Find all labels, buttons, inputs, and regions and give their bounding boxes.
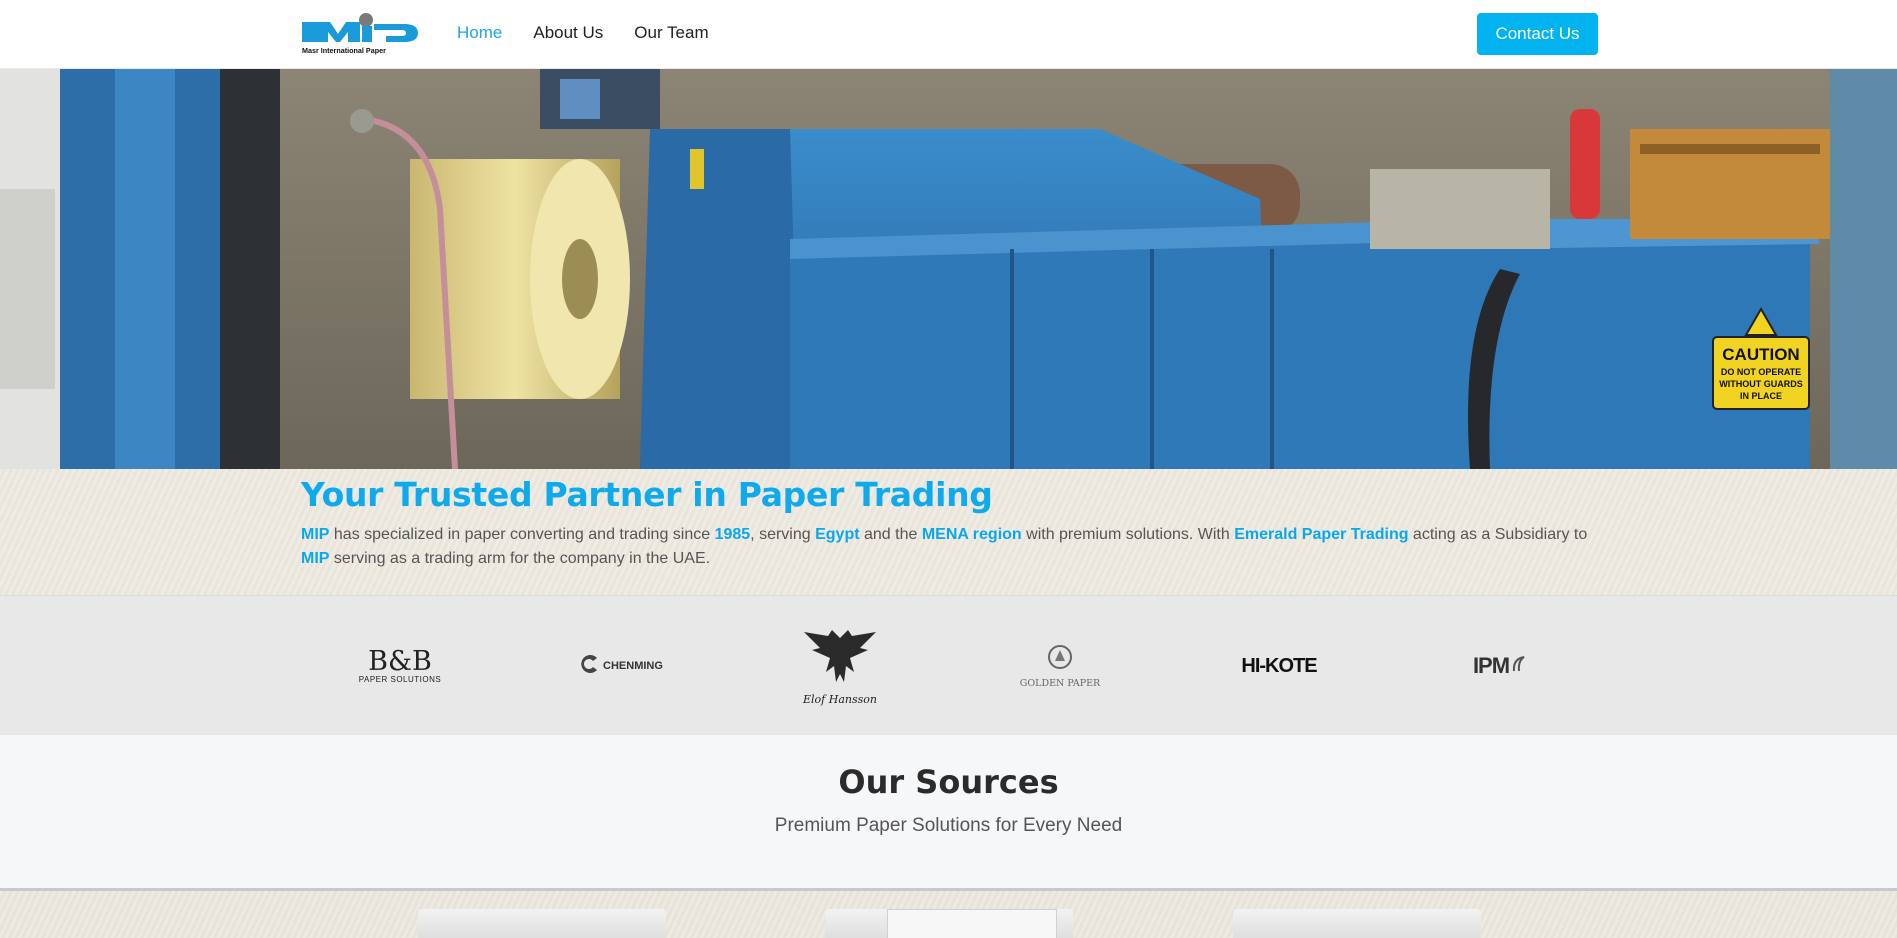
sources-subtitle: Premium Paper Solutions for Every Need	[774, 815, 1123, 836]
sources-title: Our Sources	[838, 763, 1059, 801]
ipm-swirl-icon	[1511, 655, 1527, 678]
partner-logos: B&B PAPER SOLUTIONS CHENMING Elof Hansso…	[0, 595, 1897, 735]
partner-logo-hi-kote: HI-KOTE	[1209, 616, 1349, 716]
intro-section: Your Trusted Partner in Paper Trading MI…	[0, 469, 1897, 595]
product-card[interactable]	[825, 909, 1073, 938]
caution-line-3: IN PLACE	[1740, 391, 1782, 401]
highlight-mip: MIP	[301, 526, 330, 543]
ipm-wordmark: IPM	[1472, 653, 1510, 678]
intro-paragraph: MIP has specialized in paper converting …	[301, 523, 1601, 571]
product-card[interactable]	[1233, 909, 1481, 938]
logo-subtext: Masr International Paper	[302, 46, 386, 55]
highlight-emerald: Emerald Paper Trading	[1234, 526, 1409, 543]
nav-home-link[interactable]: Home	[457, 22, 502, 44]
sources-section: Our Sources Premium Paper Solutions for …	[0, 735, 1897, 888]
chenming-wordmark: CHENMING	[603, 660, 663, 672]
caution-line-2: WITHOUT GUARDS	[1719, 379, 1803, 389]
partner-logo-ipm: IPM	[1430, 616, 1570, 716]
hikote-wordmark: HI-KOTE	[1241, 654, 1317, 677]
highlight-egypt: Egypt	[815, 526, 860, 543]
chenming-icon	[579, 653, 601, 680]
partner-logo-elof-hansson: Elof Hansson	[770, 616, 910, 716]
caution-text: CAUTION	[1722, 345, 1799, 364]
hero-image: CAUTION DO NOT OPERATE WITHOUT GUARDS IN…	[0, 69, 1897, 469]
nav-about-link[interactable]: About Us	[533, 22, 603, 44]
eagle-icon	[802, 626, 878, 693]
highlight-year: 1985	[714, 526, 751, 543]
partner-logo-chenming: CHENMING	[551, 616, 691, 716]
factory-machine-illustration: CAUTION DO NOT OPERATE WITHOUT GUARDS IN…	[0, 69, 1897, 469]
intro-text: has specialized in paper converting and …	[329, 526, 715, 543]
bb-logo-main: B&B	[368, 646, 432, 677]
intro-text: with premium solutions. With	[1021, 526, 1235, 543]
product-cards-strip	[0, 888, 1897, 938]
intro-title: Your Trusted Partner in Paper Trading	[301, 475, 993, 514]
partner-logo-bb: B&B PAPER SOLUTIONS	[330, 616, 470, 716]
nav-team-link[interactable]: Our Team	[634, 22, 708, 44]
partner-logo-golden-paper: GOLDEN PAPER	[990, 616, 1130, 716]
bb-logo-sub: PAPER SOLUTIONS	[358, 675, 442, 684]
main-nav: Home About Us Our Team	[457, 22, 709, 44]
intro-text: acting as a Subsidiary to	[1408, 526, 1588, 543]
highlight-mip: MIP	[301, 550, 330, 567]
paper-stack-image	[887, 909, 1057, 938]
highlight-mena: MENA region	[921, 526, 1022, 543]
product-card[interactable]	[418, 909, 666, 938]
intro-text: serving as a trading arm for the company…	[329, 550, 711, 567]
site-header: Masr International Paper Home About Us O…	[0, 0, 1897, 69]
elof-wordmark: Elof Hansson	[803, 693, 877, 706]
golden-paper-emblem	[1047, 644, 1073, 675]
mip-logo[interactable]: Masr International Paper	[300, 12, 420, 56]
contact-us-button[interactable]: Contact Us	[1477, 13, 1598, 55]
intro-text: , serving	[750, 526, 816, 543]
caution-line-1: DO NOT OPERATE	[1721, 367, 1801, 377]
golden-wordmark: GOLDEN PAPER	[1019, 677, 1101, 689]
intro-text: and the	[859, 526, 922, 543]
